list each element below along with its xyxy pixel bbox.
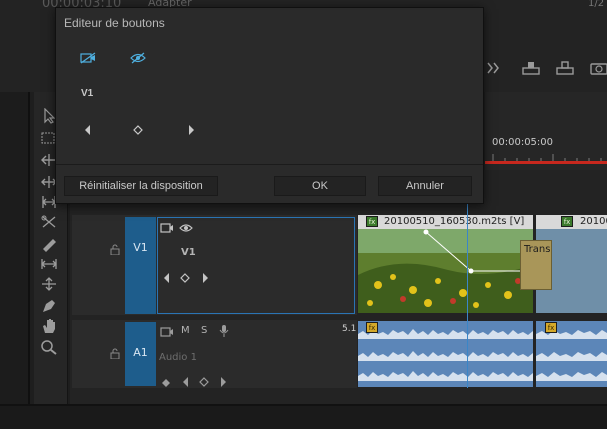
track-target-a1[interactable]: A1: [125, 322, 156, 386]
track-v1-name: V1: [181, 247, 196, 258]
camera-icon[interactable]: [588, 60, 607, 76]
dialog-title: Editeur de boutons: [64, 16, 165, 30]
transition-block[interactable]: Trans: [520, 240, 552, 290]
ruler-timecode: 00:00:05:00: [492, 137, 554, 148]
razor-tool-icon[interactable]: [40, 214, 58, 230]
eye-off-icon[interactable]: [130, 52, 146, 64]
fx-badge: fx: [545, 322, 557, 333]
hand-tool-icon[interactable]: [40, 318, 58, 334]
fx-badge: fx: [366, 322, 378, 333]
prev-keyframe-icon[interactable]: [181, 376, 191, 388]
mute-button[interactable]: M: [181, 325, 190, 336]
extract-icon[interactable]: [554, 60, 576, 76]
prev-keyframe-icon[interactable]: [83, 124, 93, 136]
bottom-bar: [0, 404, 607, 429]
audio-clip-waveform[interactable]: [358, 321, 533, 387]
chevron-right-icon[interactable]: [484, 60, 506, 76]
ok-button[interactable]: OK: [274, 176, 366, 196]
toggle-sync-lock-off-icon[interactable]: [80, 52, 96, 64]
zoom-tool-icon[interactable]: [40, 339, 58, 355]
lift-icon[interactable]: [520, 60, 542, 76]
lock-icon[interactable]: [110, 244, 120, 256]
eye-icon[interactable]: [179, 222, 193, 234]
prev-keyframe-icon[interactable]: [162, 272, 172, 284]
toggle-sync-lock-icon[interactable]: [160, 222, 174, 234]
add-keyframe-icon[interactable]: [133, 124, 143, 136]
pen-nib-icon[interactable]: [40, 298, 58, 314]
button-editor-dialog: [55, 7, 484, 204]
reset-layout-button[interactable]: Réinitialiser la disposition: [64, 176, 218, 196]
add-keyframe-icon[interactable]: [180, 272, 190, 284]
track-a1-name: Audio 1: [159, 352, 197, 363]
dialog-separator: [56, 164, 483, 165]
page-indicator: 1/2: [588, 0, 605, 9]
fx-badge: fx: [561, 216, 573, 227]
dialog-track-label: V1: [81, 88, 94, 99]
cancel-button[interactable]: Annuler: [378, 176, 472, 196]
next-keyframe-icon[interactable]: [186, 124, 196, 136]
pen-tool-icon[interactable]: [40, 276, 58, 292]
track-target-v1[interactable]: V1: [125, 217, 156, 314]
microphone-icon[interactable]: [217, 325, 231, 337]
solo-button[interactable]: S: [201, 325, 207, 336]
slip-tool-icon[interactable]: [40, 236, 58, 252]
video-clip-thumbnail[interactable]: [358, 215, 533, 313]
work-area-bar[interactable]: [485, 161, 607, 164]
fx-badge: fx: [366, 216, 378, 227]
next-keyframe-icon[interactable]: [218, 376, 228, 388]
keyframe-menu-icon[interactable]: [162, 376, 172, 388]
toggle-sync-lock-icon[interactable]: [160, 326, 174, 338]
slide-tool-icon[interactable]: [40, 256, 58, 272]
next-keyframe-icon[interactable]: [200, 272, 210, 284]
lock-icon[interactable]: [110, 348, 120, 360]
video-clip-name: 20100510_160530.m2ts [V]: [358, 215, 533, 229]
audio-channel-label: 5.1: [342, 324, 357, 334]
add-keyframe-icon[interactable]: [199, 376, 209, 388]
